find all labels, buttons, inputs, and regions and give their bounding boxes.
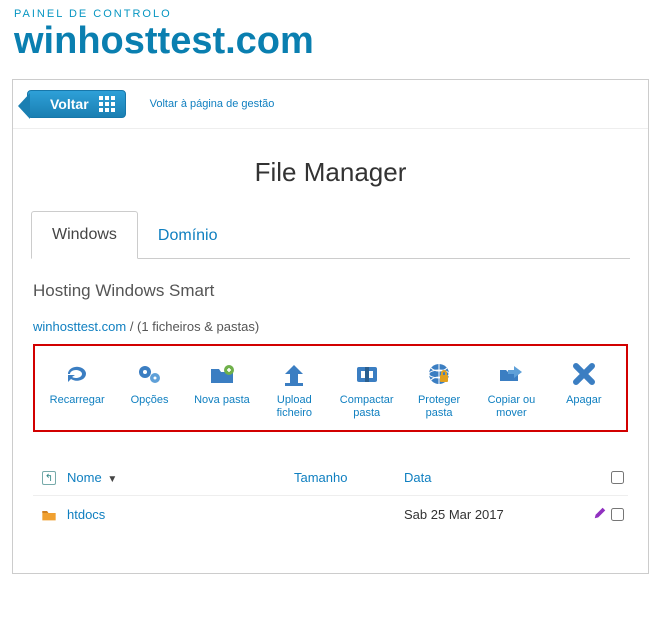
row-date: Sab 25 Mar 2017: [404, 507, 584, 522]
topbar: Voltar Voltar à página de gestão: [13, 80, 648, 129]
tab-windows[interactable]: Windows: [31, 211, 138, 259]
hosting-plan-title: Hosting Windows Smart: [33, 281, 628, 301]
back-button-label: Voltar: [50, 96, 89, 112]
tool-compress-label: Compactar pasta: [331, 394, 403, 420]
tool-upload[interactable]: Upload ficheiro: [258, 360, 330, 420]
sort-desc-icon: ▼: [107, 474, 117, 485]
column-header-size[interactable]: Tamanho: [294, 470, 404, 485]
domain-title: winhosttest.com: [0, 20, 661, 73]
tool-reload[interactable]: Recarregar: [41, 360, 113, 420]
edit-button[interactable]: [593, 506, 607, 523]
select-all-checkbox[interactable]: [611, 471, 624, 484]
tool-options[interactable]: Opções: [114, 360, 186, 420]
protect-icon: [422, 360, 456, 388]
tool-delete[interactable]: Apagar: [548, 360, 620, 420]
tool-delete-label: Apagar: [548, 394, 620, 407]
tabs: Windows Domínio: [31, 210, 630, 259]
folder-icon: [37, 508, 61, 522]
column-header-name[interactable]: Nome ▼: [61, 470, 294, 485]
copymove-icon: [494, 360, 528, 388]
tool-newfolder[interactable]: Nova pasta: [186, 360, 258, 420]
tool-compress[interactable]: Compactar pasta: [331, 360, 403, 420]
table-header: ↰ Nome ▼ Tamanho Data: [33, 460, 628, 495]
tool-options-label: Opções: [114, 394, 186, 407]
column-size-label: Tamanho: [294, 470, 347, 485]
tab-dominio[interactable]: Domínio: [138, 213, 238, 259]
toolbar: Recarregar Opções Nova pasta Upload fich…: [33, 344, 628, 432]
reload-icon: [60, 360, 94, 388]
grid-icon: [99, 96, 115, 112]
upload-icon: [277, 360, 311, 388]
path-breadcrumb: winhosttest.com / (1 ficheiros & pastas): [33, 319, 628, 334]
column-name-label: Nome: [67, 470, 102, 485]
breadcrumb-root-link[interactable]: winhosttest.com: [33, 319, 126, 334]
newfolder-icon: [205, 360, 239, 388]
delete-icon: [567, 360, 601, 388]
back-button[interactable]: Voltar: [27, 90, 126, 118]
panel-breadcrumb: PAINEL DE CONTROLO: [0, 0, 661, 20]
page-title: File Manager: [13, 157, 648, 188]
up-icon: ↰: [42, 471, 56, 485]
tool-reload-label: Recarregar: [41, 394, 113, 407]
column-header-date[interactable]: Data: [404, 470, 584, 485]
back-to-management-link[interactable]: Voltar à página de gestão: [150, 98, 275, 110]
main-panel: Voltar Voltar à página de gestão File Ma…: [12, 79, 649, 574]
table-row: htdocs Sab 25 Mar 2017: [33, 495, 628, 533]
row-name-link[interactable]: htdocs: [67, 507, 105, 522]
tool-upload-label: Upload ficheiro: [258, 394, 330, 420]
tool-copymove[interactable]: Copiar ou mover: [475, 360, 547, 420]
tool-newfolder-label: Nova pasta: [186, 394, 258, 407]
up-level-button[interactable]: ↰: [37, 471, 61, 485]
row-checkbox[interactable]: [611, 508, 624, 521]
gear-icon: [133, 360, 167, 388]
breadcrumb-suffix: / (1 ficheiros & pastas): [126, 319, 259, 334]
compress-icon: [350, 360, 384, 388]
column-date-label: Data: [404, 470, 431, 485]
tool-protect[interactable]: Proteger pasta: [403, 360, 475, 420]
tool-copymove-label: Copiar ou mover: [475, 394, 547, 420]
tool-protect-label: Proteger pasta: [403, 394, 475, 420]
tab-content: Hosting Windows Smart winhosttest.com / …: [13, 259, 648, 543]
